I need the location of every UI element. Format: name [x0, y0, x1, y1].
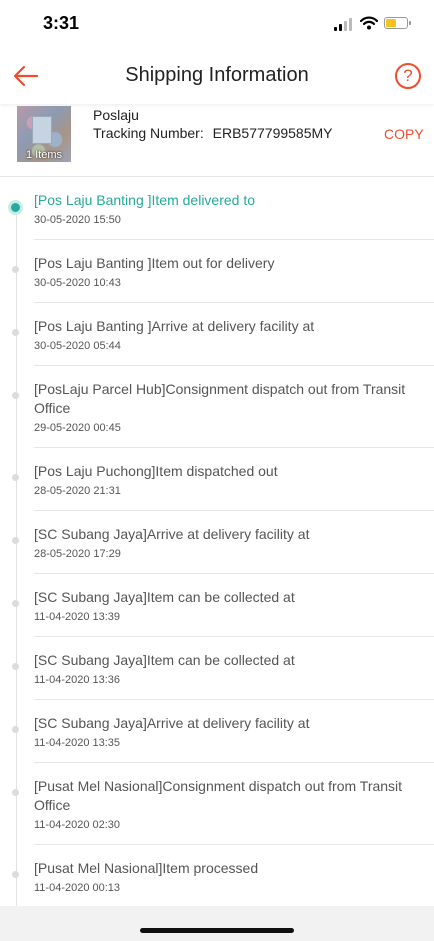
- status-bar: 3:31: [0, 0, 434, 48]
- wifi-icon: [360, 16, 378, 30]
- event-description: [SC Subang Jaya]Arrive at delivery facil…: [34, 526, 310, 542]
- event-description: [Pusat Mel Nasional]Consignment dispatch…: [34, 778, 403, 813]
- event-description: [Pos Laju Banting ]Item out for delivery: [34, 255, 275, 271]
- event-time: 30-05-2020 15:50: [34, 214, 121, 226]
- timeline-event: [Pos Laju Banting ]Arrive at delivery fa…: [12, 303, 434, 366]
- timeline-event: [Pos Laju Banting ]Item out for delivery…: [12, 240, 434, 303]
- tracking-timeline: [Pos Laju Banting ]Item delivered to 30-…: [0, 177, 434, 908]
- timeline-event: [Pusat Mel Nasional]Consignment dispatch…: [12, 763, 434, 845]
- battery-icon: [384, 17, 411, 29]
- signal-icon: [334, 17, 354, 31]
- timeline-dot: [12, 789, 19, 796]
- event-time: 11-04-2020 13:35: [34, 737, 121, 749]
- event-description: [SC Subang Jaya]Item can be collected at: [34, 589, 295, 605]
- timeline-event: [SC Subang Jaya]Arrive at delivery facil…: [12, 511, 434, 574]
- event-time: 11-04-2020 13:39: [34, 611, 121, 623]
- event-time: 28-05-2020 21:31: [34, 485, 121, 497]
- tracking-label: Tracking Number:: [93, 125, 204, 141]
- timeline-event: [PosLaju Parcel Hub]Consignment dispatch…: [12, 366, 434, 448]
- timeline-event: [Pos Laju Puchong]Item dispatched out 28…: [12, 448, 434, 511]
- timeline-line: [16, 208, 17, 908]
- event-description: [SC Subang Jaya]Arrive at delivery facil…: [34, 715, 310, 731]
- bottom-bar: [0, 906, 434, 941]
- timeline-event: [SC Subang Jaya]Item can be collected at…: [12, 574, 434, 637]
- event-time: 11-04-2020 00:13: [34, 882, 121, 894]
- event-description: [Pos Laju Banting ]Item delivered to: [34, 192, 256, 208]
- copy-button[interactable]: COPY: [384, 126, 424, 142]
- timeline-event: [SC Subang Jaya]Item can be collected at…: [12, 637, 434, 700]
- timeline-dot: [12, 329, 19, 336]
- event-description: [PosLaju Parcel Hub]Consignment dispatch…: [34, 381, 406, 416]
- timeline-dot: [12, 474, 19, 481]
- shipment-summary: 1 Items Poslaju Tracking Number: ERB5777…: [0, 106, 434, 177]
- timeline-event: [Pos Laju Banting ]Item delivered to 30-…: [11, 177, 434, 240]
- tracking-info: Tracking Number: ERB577799585MY: [93, 125, 333, 141]
- timeline-dot: [12, 266, 19, 273]
- event-time: 30-05-2020 05:44: [34, 340, 121, 352]
- page-title: Shipping Information: [125, 64, 309, 86]
- timeline-dot: [12, 663, 19, 670]
- timeline-event: [Pusat Mel Nasional]Item processed 11-04…: [12, 845, 434, 908]
- event-description: [SC Subang Jaya]Item can be collected at: [34, 652, 295, 668]
- event-time: 29-05-2020 00:45: [34, 422, 121, 434]
- event-description: [Pos Laju Banting ]Arrive at delivery fa…: [34, 318, 315, 334]
- timeline-dot: [12, 600, 19, 607]
- event-description: [Pusat Mel Nasional]Item processed: [34, 860, 259, 876]
- event-time: 11-04-2020 13:36: [34, 674, 121, 686]
- timeline-dot: [12, 726, 19, 733]
- status-time: 3:31: [43, 13, 80, 33]
- home-indicator[interactable]: [140, 928, 294, 933]
- help-button[interactable]: ?: [395, 63, 421, 89]
- item-count: 1 Items: [25, 149, 63, 161]
- timeline-dot: [12, 392, 19, 399]
- tracking-number: ERB577799585MY: [212, 125, 333, 141]
- event-time: 30-05-2020 10:43: [34, 277, 121, 289]
- event-time: 11-04-2020 02:30: [34, 819, 121, 831]
- header-bar: Shipping Information ?: [0, 48, 434, 104]
- timeline-dot: [12, 871, 19, 878]
- timeline-dot: [12, 537, 19, 544]
- carrier-name: Poslaju: [93, 107, 139, 123]
- product-thumbnail[interactable]: 1 Items: [17, 106, 71, 162]
- timeline-dot: [11, 203, 20, 212]
- event-time: 28-05-2020 17:29: [34, 548, 121, 560]
- timeline-event: [SC Subang Jaya]Arrive at delivery facil…: [12, 700, 434, 763]
- event-description: [Pos Laju Puchong]Item dispatched out: [34, 463, 278, 479]
- package-image: [32, 116, 52, 144]
